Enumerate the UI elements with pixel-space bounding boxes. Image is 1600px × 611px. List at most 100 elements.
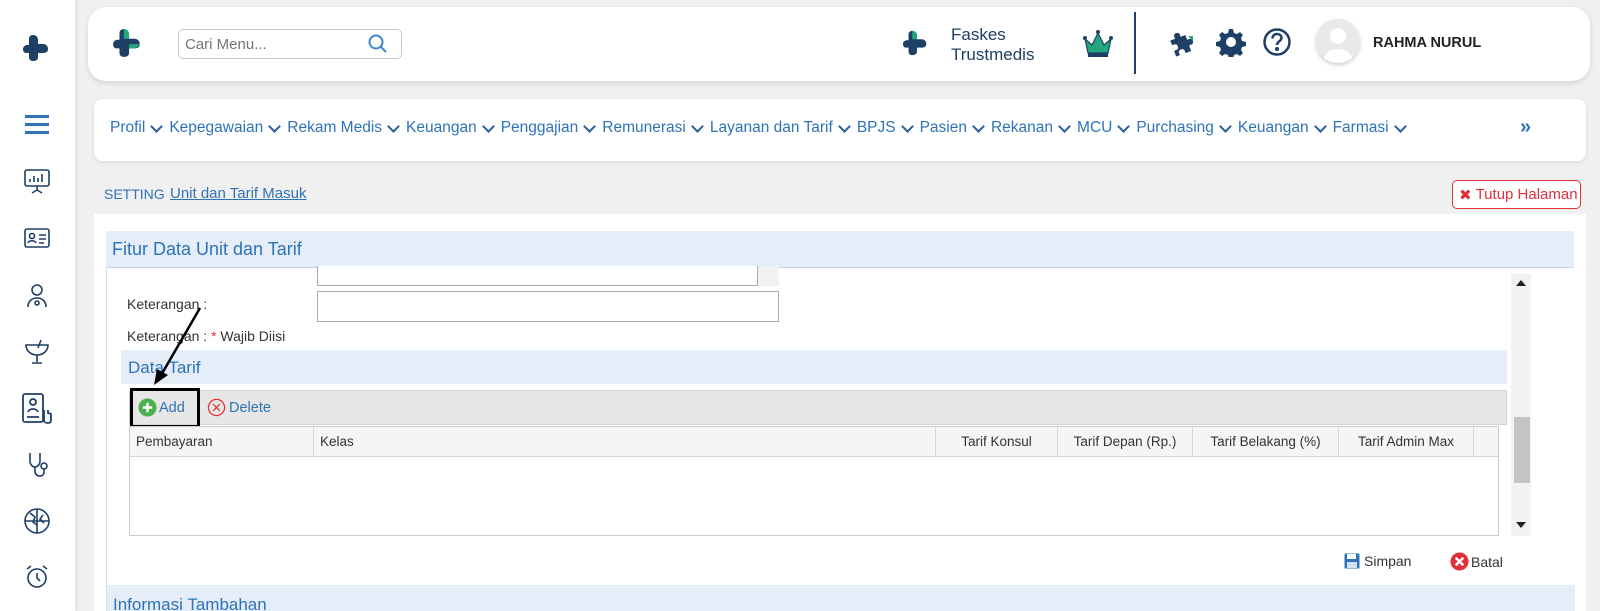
facility-name-line2: Trustmedis — [951, 45, 1035, 64]
breadcrumb-current[interactable]: Unit dan Tarif Masuk — [170, 185, 306, 202]
menu-item-pasien[interactable]: Pasien — [919, 119, 985, 137]
menu-item-farmasi[interactable]: Farmasi — [1332, 119, 1407, 137]
hamburger-menu-icon[interactable] — [22, 110, 52, 140]
panel-title: Fitur Data Unit dan Tarif — [112, 239, 302, 259]
menu-item-bpjs[interactable]: BPJS — [856, 119, 914, 137]
menu-list: Profil Kepegawaian Rekam Medis Keuangan … — [110, 119, 1413, 137]
delete-label: Delete — [229, 399, 271, 416]
menu-item-purchasing[interactable]: Purchasing — [1136, 119, 1232, 137]
save-label: Simpan — [1364, 553, 1412, 569]
scroll-thumb[interactable] — [1514, 417, 1530, 483]
pharmacy-icon[interactable] — [22, 336, 52, 366]
next-section-title: Informasi Tambahan — [113, 595, 267, 611]
header-divider — [1134, 12, 1136, 74]
menu-item-rekanan[interactable]: Rekanan — [990, 119, 1071, 137]
partial-field-input[interactable] — [317, 266, 779, 286]
add-label: Add — [159, 399, 185, 416]
grid-header: Pembayaran Kelas Tarif Konsul Tarif Depa… — [130, 427, 1498, 457]
panel-scrollbar[interactable] — [1511, 274, 1531, 536]
user-name[interactable]: RAHMA NURUL — [1373, 35, 1481, 51]
globe-icon[interactable] — [22, 506, 52, 536]
menu-item-mcu[interactable]: MCU — [1077, 119, 1131, 137]
menu-item-remunerasi[interactable]: Remunerasi — [602, 119, 704, 137]
chevron-down-icon — [481, 119, 495, 133]
menu-item-penggajian[interactable]: Penggajian — [500, 119, 597, 137]
chevron-down-icon — [1313, 119, 1327, 133]
column-pembayaran[interactable]: Pembayaran — [130, 427, 314, 457]
facility-name-line1: Faskes — [951, 25, 1006, 44]
id-card-icon[interactable] — [22, 223, 52, 253]
chevron-down-icon — [268, 119, 282, 133]
help-icon[interactable] — [1262, 27, 1292, 62]
sidebar — [0, 0, 75, 611]
chevron-down-icon — [837, 119, 851, 133]
save-button[interactable]: Simpan — [1344, 553, 1411, 569]
menu-more-button[interactable]: » — [1520, 116, 1531, 139]
patient-select-icon[interactable] — [20, 392, 54, 426]
cancel-label: Batal — [1471, 553, 1503, 570]
chevron-down-icon — [1058, 119, 1071, 133]
delete-circle-icon — [207, 398, 226, 417]
breadcrumb-root[interactable]: SETTING — [104, 186, 165, 202]
main-menu-bar: Profil Kepegawaian Rekam Medis Keuangan … — [94, 99, 1586, 161]
column-tarif-konsul[interactable]: Tarif Konsul — [936, 427, 1058, 457]
delete-button[interactable]: Delete — [207, 398, 271, 417]
top-bar: Faskes Trustmedis RAHMA NURUL — [88, 7, 1590, 81]
menu-item-kepegawaian[interactable]: Kepegawaian — [169, 119, 282, 137]
chevron-down-icon — [1393, 119, 1407, 133]
scroll-down-icon[interactable] — [1516, 522, 1526, 528]
add-circle-icon — [138, 398, 157, 417]
avatar[interactable] — [1316, 19, 1360, 63]
close-page-button[interactable]: ✖ Tutup Halaman — [1452, 180, 1581, 209]
chevron-down-icon — [900, 119, 914, 133]
puzzle-icon[interactable] — [1168, 27, 1200, 64]
column-tarif-depan[interactable]: Tarif Depan (Rp.) — [1058, 427, 1193, 457]
menu-label: MCU — [1077, 119, 1113, 136]
menu-item-layanan-tarif[interactable]: Layanan dan Tarif — [710, 119, 851, 137]
column-tarif-belakang[interactable]: Tarif Belakang (%) — [1193, 427, 1339, 457]
close-page-label: Tutup Halaman — [1475, 186, 1578, 203]
app-logo-icon[interactable] — [22, 33, 52, 63]
menu-label: BPJS — [856, 119, 896, 136]
menu-label: Purchasing — [1136, 119, 1214, 136]
stethoscope-icon[interactable] — [22, 450, 52, 480]
chevron-down-icon — [583, 119, 597, 133]
save-disk-icon — [1344, 553, 1360, 569]
keterangan-input[interactable] — [317, 291, 779, 322]
data-tarif-header: Data Tarif — [121, 350, 1507, 384]
scroll-up-icon[interactable] — [1516, 280, 1526, 286]
chevron-down-icon — [972, 119, 985, 133]
menu-item-rekam-medis[interactable]: Rekam Medis — [287, 119, 400, 137]
annotation-arrow-icon — [154, 307, 202, 385]
menu-item-keuangan-2[interactable]: Keuangan — [1238, 119, 1327, 137]
note-text: Wajib Diisi — [216, 328, 286, 344]
panel-body: Keterangan : Keterangan : * Wajib Diisi … — [106, 266, 1575, 611]
column-kelas[interactable]: Kelas — [314, 427, 936, 457]
brand-logo-icon[interactable] — [112, 27, 144, 64]
search-icon[interactable] — [368, 34, 388, 59]
menu-label: Keuangan — [406, 119, 477, 136]
alarm-clock-icon[interactable] — [22, 562, 52, 592]
close-icon: ✖ — [1459, 186, 1472, 204]
doctor-icon[interactable] — [22, 280, 52, 310]
crown-icon[interactable] — [1082, 29, 1114, 64]
chevron-down-icon — [387, 119, 400, 133]
menu-item-profil[interactable]: Profil — [110, 119, 164, 137]
cancel-button[interactable]: Batal — [1450, 552, 1503, 571]
add-button[interactable]: Add — [138, 398, 185, 417]
menu-label: Kepegawaian — [169, 119, 264, 136]
next-section-header: Informasi Tambahan — [107, 585, 1575, 611]
menu-label: Penggajian — [500, 119, 579, 136]
tarif-toolbar: Add Delete — [129, 388, 1507, 428]
panel-header: Fitur Data Unit dan Tarif — [106, 231, 1574, 268]
menu-label: Pasien — [919, 119, 967, 136]
column-tarif-admin-max[interactable]: Tarif Admin Max — [1339, 427, 1474, 457]
presentation-chart-icon[interactable] — [22, 166, 52, 196]
partial-field-dropdown[interactable] — [757, 266, 779, 286]
menu-item-keuangan[interactable]: Keuangan — [406, 119, 495, 137]
settings-gear-icon[interactable] — [1216, 27, 1246, 62]
menu-label: Farmasi — [1332, 119, 1389, 136]
facility-logo-icon — [902, 29, 930, 62]
menu-label: Rekanan — [990, 119, 1054, 136]
chevron-down-icon — [150, 119, 164, 133]
